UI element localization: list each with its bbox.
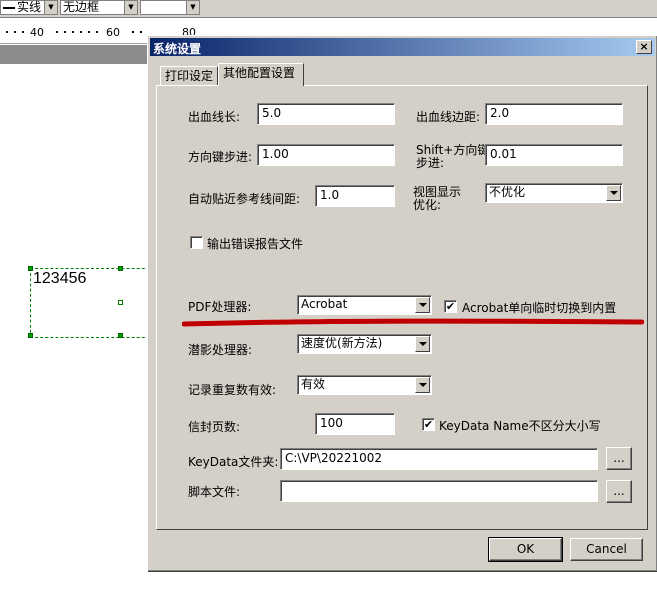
keydata-case-label: KeyData Name不区分大小写 [439,419,601,433]
dialog-titlebar[interactable]: 系统设置 × [150,38,655,56]
border-style-select[interactable]: 无边框 ▼ [60,0,138,15]
line-style-select[interactable]: 实线 ▼ [0,0,58,15]
chevron-down-icon[interactable] [415,297,430,313]
line-style-value: 实线 [17,0,42,14]
arrow-step-input[interactable]: 1.00 [257,144,395,166]
resize-handle[interactable] [28,266,33,271]
envelope-pages-input[interactable]: 100 [315,413,395,435]
ruler-label: 60 [106,26,120,39]
bleed-length-label: 出血线长: [188,110,241,124]
chevron-down-icon[interactable]: ▼ [186,1,199,14]
cancel-button[interactable]: Cancel [570,538,643,561]
acrobat-switch-label: Acrobat单向临时切换到内置 [462,301,617,315]
pdf-processor-select[interactable]: Acrobat [297,295,432,315]
chevron-down-icon[interactable]: ▼ [44,1,57,14]
arrow-step-label: 方向键步进: [188,150,253,164]
border-style-value: 无边框 [63,0,100,14]
dialog-title: 系统设置 [153,42,202,56]
tab-print-settings[interactable]: 打印设定 [160,66,218,86]
pdf-processor-label: PDF处理器: [188,300,252,314]
resize-handle[interactable] [118,266,123,271]
select-value: 不优化 [489,185,526,199]
keydata-folder-input[interactable]: C:\VP\20221002 [280,448,598,470]
keydata-case-checkbox[interactable]: ✔ [422,418,435,431]
close-button[interactable]: × [636,40,652,54]
bleed-margin-input[interactable]: 2.0 [485,103,623,125]
label-line: Shift+方向键 [416,143,490,157]
shadow-processor-select[interactable]: 速度优(新方法) [297,334,432,354]
record-duplicates-select[interactable]: 有效 [297,375,432,395]
tab-label: 打印设定 [165,69,214,83]
ok-button[interactable]: OK [488,537,563,562]
ruler-label: 40 [30,26,44,39]
resize-handle[interactable] [118,333,123,338]
tab-other-settings[interactable]: 其他配置设置 [218,63,304,86]
resize-handle[interactable] [28,333,33,338]
script-file-browse-button[interactable]: ... [606,480,632,503]
toolbar: 实线 ▼ 无边框 ▼ ▼ [0,0,657,18]
envelope-pages-label: 信封页数: [188,420,241,434]
keydata-folder-browse-button[interactable]: ... [606,447,632,470]
line-swatch-icon [3,6,15,9]
shift-arrow-step-input[interactable]: 0.01 [485,144,623,166]
tab-label: 其他配置设置 [223,66,296,80]
error-report-label: 输出错误报告文件 [207,237,304,251]
label-line: 优化: [413,198,442,212]
extra-select[interactable]: ▼ [140,0,200,15]
shadow-processor-label: 潜影处理器: [188,343,253,357]
chevron-down-icon[interactable] [415,377,430,393]
select-value: 有效 [301,377,326,391]
snap-distance-input[interactable]: 1.0 [315,185,395,207]
close-icon: × [639,40,649,53]
check-icon: ✔ [423,418,434,431]
select-value: 速度优(新方法) [301,336,383,350]
chevron-down-icon[interactable]: ▼ [124,1,137,14]
label-line: 视图显示 [413,185,462,199]
select-value: Acrobat [301,297,348,311]
script-file-input[interactable] [280,480,598,502]
chevron-down-icon[interactable] [606,185,621,201]
view-optimize-label: 视图显示 优化: [413,186,461,212]
bleed-margin-label: 出血线边距: [416,110,481,124]
snap-distance-label: 自动贴近参考线间距: [188,192,301,206]
red-underline-annotation [182,318,644,327]
view-optimize-select[interactable]: 不优化 [485,183,623,203]
check-icon: ✔ [445,300,456,313]
script-file-label: 脚本文件: [188,485,241,499]
error-report-checkbox[interactable] [190,236,203,249]
keydata-folder-label: KeyData文件夹: [188,455,279,469]
chevron-down-icon[interactable] [415,336,430,352]
label-line: 步进: [416,156,445,170]
shift-arrow-step-label: Shift+方向键 步进: [416,144,489,170]
text-box-element[interactable]: 123456 [28,266,160,338]
record-duplicates-label: 记录重复数有效: [188,383,277,397]
resize-handle[interactable] [118,300,123,305]
acrobat-switch-checkbox[interactable]: ✔ [444,300,457,313]
bleed-length-input[interactable]: 5.0 [257,103,395,125]
text-box-value: 123456 [33,270,87,287]
